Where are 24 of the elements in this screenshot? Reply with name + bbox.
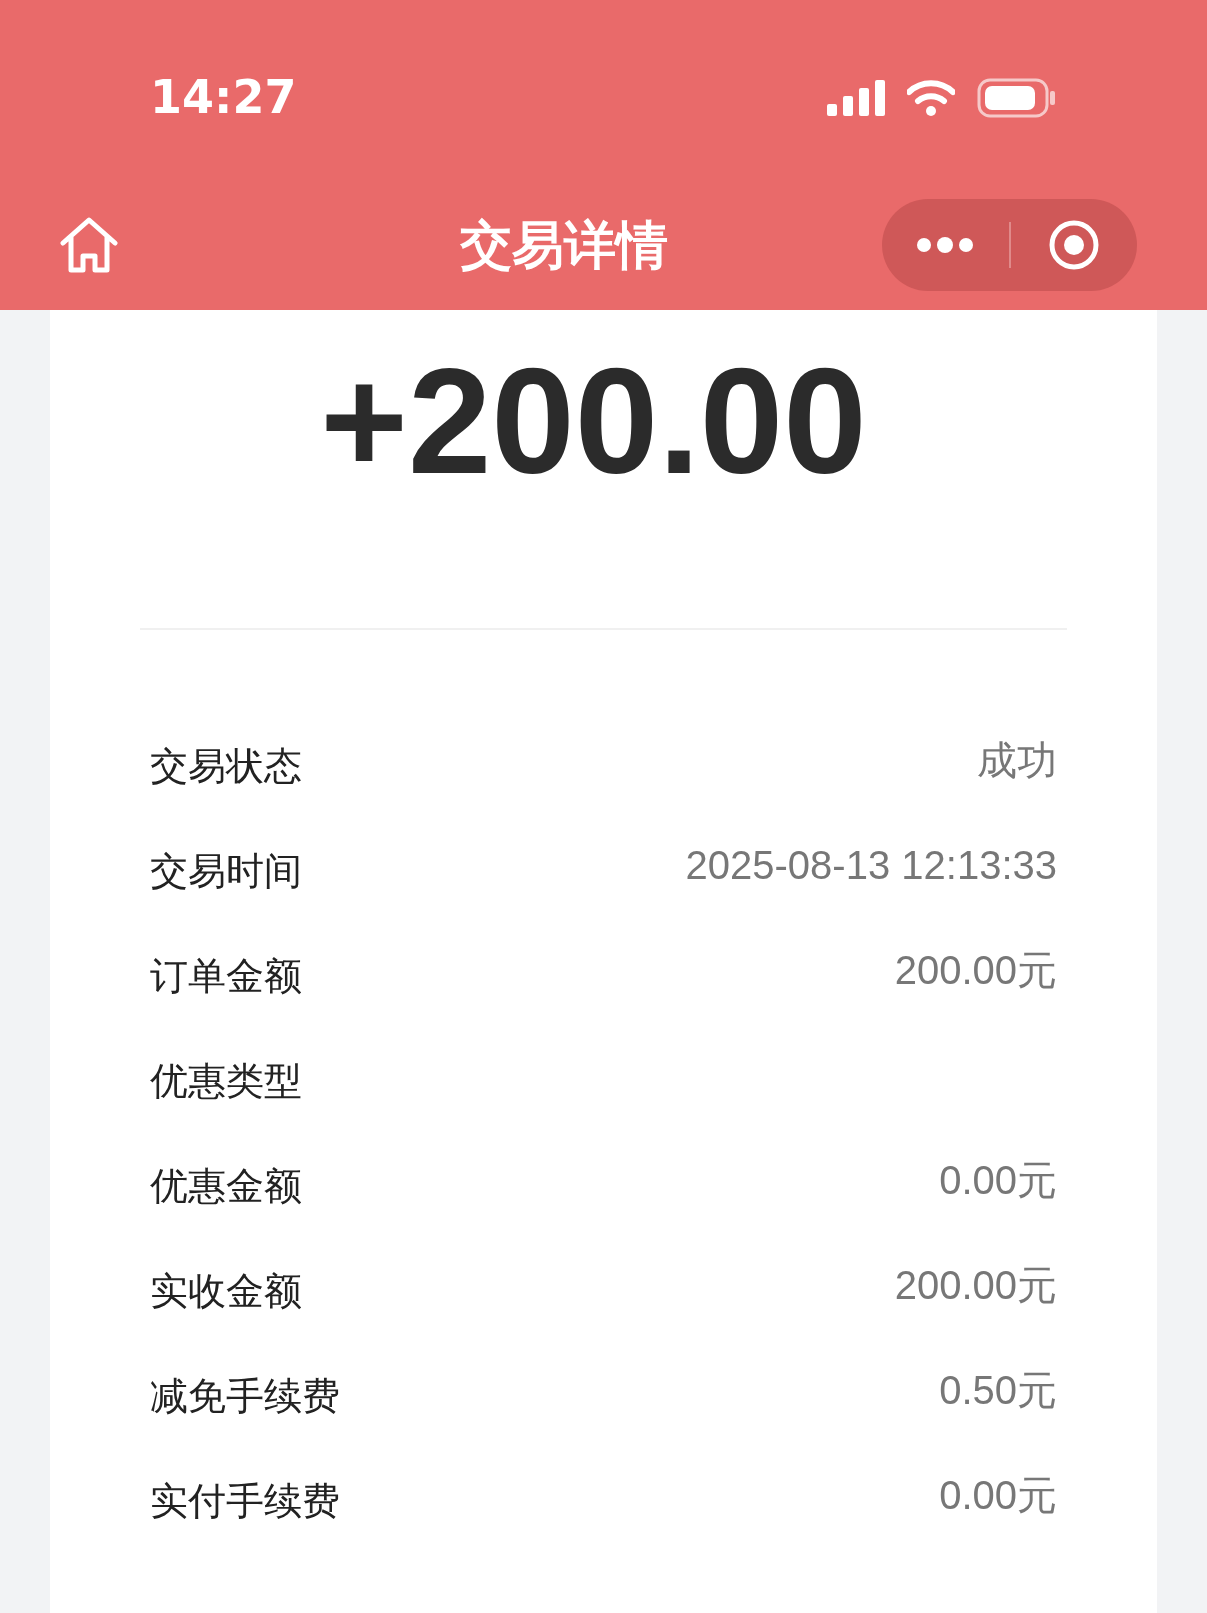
more-icon[interactable] [916, 237, 975, 253]
status-time: 14:27 [150, 69, 297, 126]
battery-icon [977, 77, 1057, 118]
detail-value: 200.00元 [894, 947, 1057, 994]
detail-value: 2025-08-13 12:13:33 [685, 842, 1057, 889]
detail-label: 实付手续费 [150, 1478, 340, 1525]
wifi-icon [907, 79, 955, 116]
detail-label: 优惠金额 [150, 1163, 302, 1210]
detail-value: 0.00元 [939, 1472, 1057, 1519]
detail-label: 交易状态 [150, 743, 302, 790]
detail-label: 订单金额 [150, 953, 302, 1000]
detail-value: 200.00元 [894, 1262, 1057, 1309]
amount-text: +200.00 [320, 346, 867, 496]
detail-label: 交易时间 [150, 848, 302, 895]
detail-value: 0.50元 [939, 1367, 1057, 1414]
home-icon[interactable] [58, 216, 120, 274]
close-target-icon[interactable] [1047, 219, 1100, 271]
detail-label: 减免手续费 [150, 1373, 340, 1420]
detail-value: 成功 [977, 737, 1057, 784]
signal-icon [827, 79, 885, 116]
detail-label: 优惠类型 [150, 1058, 302, 1105]
detail-label: 实收金额 [150, 1268, 302, 1315]
detail-value: 0.00元 [939, 1157, 1057, 1204]
page-title: 交易详情 [460, 214, 668, 277]
